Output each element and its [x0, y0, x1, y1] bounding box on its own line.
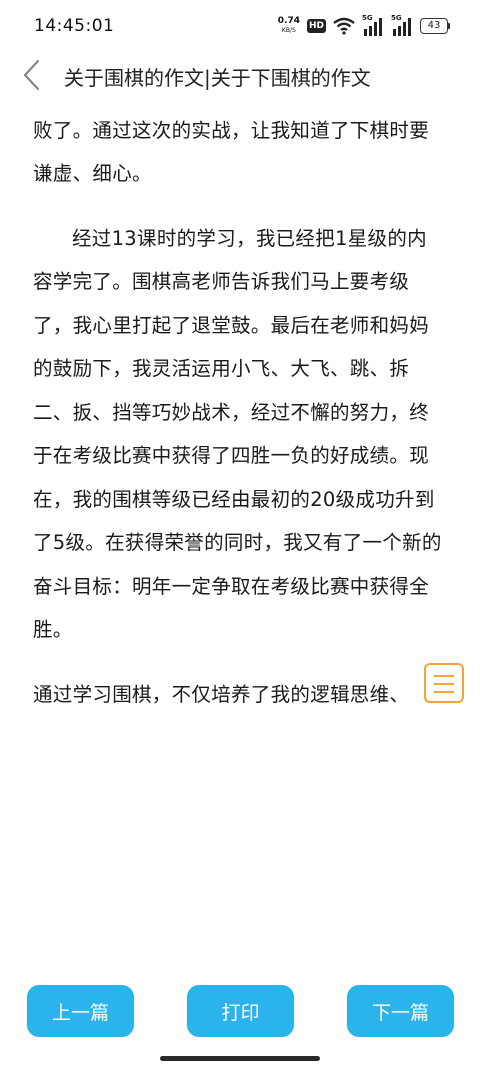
- app-header: 关于围棋的作文|关于下围棋的作文: [0, 52, 480, 98]
- status-time: 14:45:01: [34, 16, 115, 36]
- hd-icon: HD: [306, 19, 326, 33]
- status-icons: 0.74 KB/S HD 5G 5G 43: [278, 14, 450, 38]
- signal-type-label: 5G: [362, 14, 373, 22]
- previous-article-button[interactable]: 上一篇: [27, 985, 134, 1037]
- battery-tip: [448, 23, 450, 29]
- article-content[interactable]: 了，上小学时我了解过一些关于围棋的简单的围棋知识，所以入门时我还是有些小基础的，…: [0, 84, 480, 1072]
- menu-line: [434, 691, 454, 693]
- next-article-button[interactable]: 下一篇: [347, 985, 454, 1037]
- network-speed: 0.74 KB/S: [278, 17, 300, 35]
- page-title: 关于围棋的作文|关于下围棋的作文: [64, 66, 371, 90]
- print-button[interactable]: 打印: [187, 985, 294, 1037]
- menu-line: [434, 683, 454, 685]
- battery-icon: 43: [420, 18, 450, 34]
- article-page: 14:45:01 0.74 KB/S HD 5G 5G 43 关于围棋的作文|关…: [0, 0, 480, 1072]
- menu-line: [434, 675, 454, 677]
- chevron-left-icon[interactable]: [18, 58, 48, 92]
- home-indicator[interactable]: [160, 1056, 320, 1061]
- cellular-signal-2: 5G: [391, 14, 413, 36]
- article-paragraph: 经过13课时的学习，我已经把1星级的内容学完了。围棋高老师告诉我们马上要考级了，…: [33, 226, 442, 642]
- list-menu-icon[interactable]: [424, 663, 464, 703]
- cellular-signal-1: 5G: [362, 14, 384, 36]
- article-paragraph: 了，上小学时我了解过一些关于围棋的简单的围棋知识，所以入门时我还是有些小基础的，…: [33, 84, 430, 185]
- signal-type-label: 5G: [391, 14, 402, 22]
- article-paragraph: 通过学习围棋，不仅培养了我的逻辑思维、: [33, 682, 410, 706]
- article-body: 了，上小学时我了解过一些关于围棋的简单的围棋知识，所以入门时我还是有些小基础的，…: [33, 84, 445, 716]
- network-speed-value: 0.74: [277, 16, 300, 26]
- battery-level: 43: [420, 18, 448, 34]
- status-bar: 14:45:01 0.74 KB/S HD 5G 5G 43: [0, 0, 480, 52]
- wifi-icon: [333, 17, 355, 35]
- network-speed-unit: KB/S: [281, 27, 296, 34]
